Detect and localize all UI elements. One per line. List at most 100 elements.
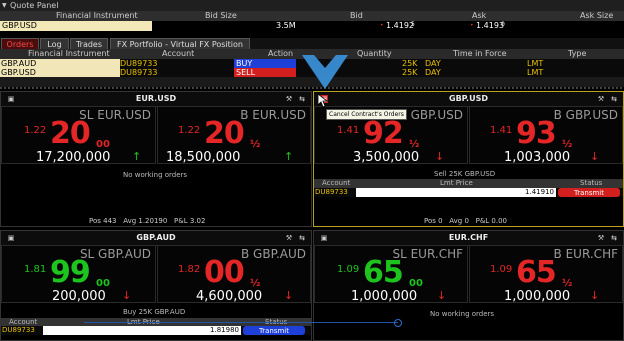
lmt-price-field[interactable]: 1.41910 [356,188,556,197]
size: 18,500,000 [166,150,241,165]
col-ask: Ask [472,11,487,20]
lmt-price-field[interactable]: 1.81980 [43,326,241,335]
price-prefix: 1.09 [490,264,513,275]
transmit-label: Transmit [573,189,604,197]
down-arrow-icon: ↓ [590,289,600,302]
col-status: Status [580,179,603,187]
price-prefix: 1.41 [490,125,513,136]
ask-down-marker: • [470,22,474,29]
settings-icon[interactable]: ⇆ [298,95,306,103]
order-tif[interactable]: DAY [425,59,441,68]
price-sup: 00 [96,278,110,289]
down-arrow-icon: ↓ [122,289,132,302]
down-arrow-icon: ↓ [590,150,600,163]
position-footer: Pos 0 Avg 0 P&L 0.00 [424,217,507,225]
size: 1,000,000 [504,289,571,304]
wrench-icon[interactable]: ⚒ [285,95,293,103]
order-action[interactable]: SELL [234,68,296,77]
order-grid-header: Account Lmt Price Status [314,179,623,188]
order-symbol[interactable]: GBP.AUD [0,59,120,68]
tab-log[interactable]: Log [40,38,69,49]
panel-pair: EUR.CHF [448,233,489,242]
order-quantity[interactable]: 25K [402,59,417,68]
price-big: 20 [50,116,91,151]
order-action[interactable]: BUY [234,59,296,68]
tab-orders[interactable]: Orders [1,38,39,49]
order-tif[interactable]: DAY [425,68,441,77]
drag-handle[interactable] [394,319,402,327]
mouse-cursor-icon [318,94,328,108]
tooltip: Cancel Contract's Orders [326,109,407,120]
price-sup: 00 [96,139,110,150]
down-arrow-icon: ↓ [284,289,294,302]
wrench-icon[interactable]: ⚒ [597,234,605,242]
ord-col-tif: Time in Force [453,49,507,58]
sell-button[interactable]: SL EUR.CHF 1.09 65 00 1,000,000 ↓ [314,245,468,304]
transmit-button[interactable]: Transmit [243,326,305,335]
panel-title: ▣ GBP.AUD ⚒ ⇆ [1,231,311,246]
transmit-button[interactable]: Transmit [558,188,620,197]
order-type[interactable]: LMT [527,68,543,77]
transmit-label: Transmit [258,327,289,335]
chevron-down-icon [302,55,348,89]
buy-label: B EUR.USD [240,108,306,122]
price-prefix: 1.09 [337,264,360,275]
col-bid-size: Bid Size [205,11,237,20]
order-grid-row[interactable]: DU89733 1.41910 Transmit [314,188,623,197]
order-symbol[interactable]: GBP.USD [0,68,120,77]
quote-row[interactable]: GBP.USD 3.5M • 1.4192 5 • 1.4193 0 [0,21,624,31]
ord-col-instrument: Financial Instrument [28,49,110,58]
cancel-orders-icon[interactable]: ▣ [7,95,15,103]
order-account: DU89733 [2,326,35,334]
sell-button[interactable]: SL GBP.AUD 1.81 99 00 200,000 ↓ [1,245,156,304]
pnl: P&L 3.02 [174,217,206,225]
cancel-orders-icon[interactable]: ▣ [7,234,15,242]
wrench-icon[interactable]: ⚒ [285,234,293,242]
price-sup: ½ [250,139,261,150]
collapse-triangle-icon[interactable]: ▼ [2,0,7,11]
buy-button[interactable]: B GBP.USD 1.41 93 ½ 1,003,000 ↓ [469,106,623,165]
price-prefix: 1.22 [178,125,201,136]
buy-button[interactable]: B EUR.CHF 1.09 65 ½ 1,000,000 ↓ [469,245,623,304]
tab-fx-portfolio[interactable]: FX Portfolio - Virtual FX Position [110,38,250,49]
col-account: Account [9,318,38,326]
ord-col-type: Type [568,49,587,58]
quote-symbol[interactable]: GBP.USD [0,21,152,31]
down-arrow-icon: ↓ [437,289,447,302]
cancel-orders-icon[interactable]: ▣ [320,234,328,242]
settings-icon[interactable]: ⇆ [610,234,618,242]
order-type[interactable]: LMT [527,59,543,68]
ord-col-quantity: Quantity [357,49,392,58]
lmt-price-value: 1.81980 [210,326,239,334]
buy-button[interactable]: B EUR.USD 1.22 20 ½ 18,500,000 ↑ [157,106,311,165]
price-prefix: 1.22 [24,125,47,136]
panel-pair: GBP.USD [449,94,488,103]
up-arrow-icon: ↑ [132,150,142,163]
price-prefix: 1.81 [24,264,47,275]
size: 3,500,000 [353,150,420,165]
col-bid: Bid [350,11,363,20]
size: 4,600,000 [196,289,263,304]
tab-trades[interactable]: Trades [70,38,108,49]
panel-pair: EUR.USD [135,94,177,103]
quote-panel-title-bar[interactable]: ▼ Quote Panel [0,0,624,11]
panel-title: ▣ EUR.USD ⚒ ⇆ [1,92,311,107]
price-sup: ½ [562,278,573,289]
sell-label: SL GBP.AUD [79,247,151,261]
order-quantity[interactable]: 25K [402,68,417,77]
quote-panel-header: Financial Instrument Bid Size Bid Ask As… [0,11,624,21]
settings-icon[interactable]: ⇆ [610,95,618,103]
wrench-icon[interactable]: ⚒ [597,95,605,103]
price-big: 65 [516,255,557,290]
quote-bid-size: 3.5M [276,21,296,30]
size: 1,003,000 [504,150,571,165]
tab-bar: Orders Log Trades FX Portfolio - Virtual… [0,38,624,49]
buy-button[interactable]: B GBP.AUD 1.82 00 ½ 4,600,000 ↓ [157,245,311,304]
settings-icon[interactable]: ⇆ [298,234,306,242]
sell-button[interactable]: SL EUR.USD 1.22 20 00 17,200,000 ↑ [1,106,156,165]
price-sup: 00 [409,278,423,289]
status-text: No working orders [123,171,188,179]
sell-label: SL EUR.CHF [392,247,463,261]
order-grid-row[interactable]: DU89733 1.81980 Transmit [1,326,311,335]
size: 200,000 [52,289,106,304]
